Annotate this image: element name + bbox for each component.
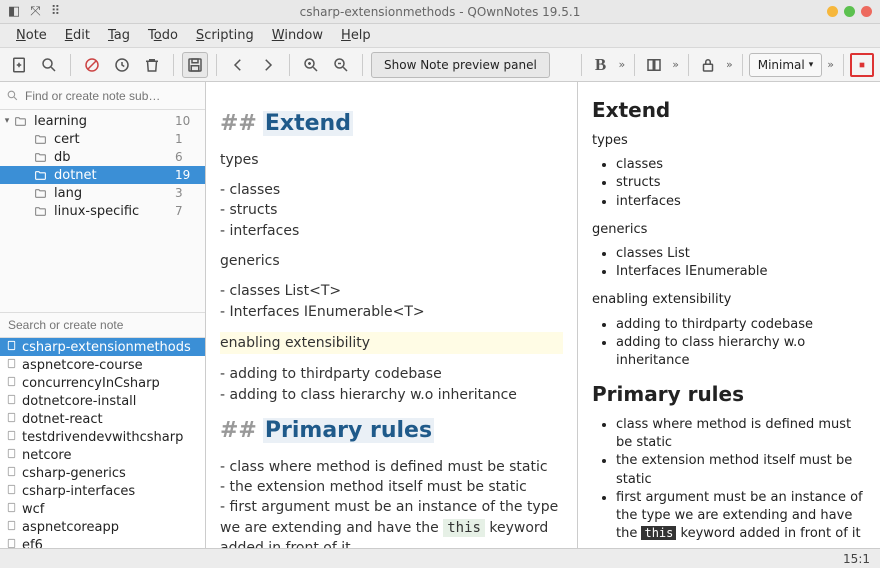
menu-window[interactable]: Window bbox=[264, 26, 331, 45]
more-workspace-icon[interactable]: » bbox=[824, 58, 837, 71]
folder-search[interactable] bbox=[0, 82, 205, 110]
note-item[interactable]: csharp-generics bbox=[0, 464, 205, 482]
new-note-icon[interactable] bbox=[6, 52, 32, 78]
close-button[interactable] bbox=[861, 6, 872, 17]
note-icon bbox=[6, 394, 18, 409]
folder-db[interactable]: db6 bbox=[0, 148, 205, 166]
note-item[interactable]: testdrivendevwithcsharp bbox=[0, 428, 205, 446]
menu-tag[interactable]: Tag bbox=[100, 26, 138, 45]
note-icon bbox=[6, 502, 18, 517]
workspace-dropdown[interactable]: Minimal▾ bbox=[749, 53, 823, 77]
minimize-button[interactable] bbox=[827, 6, 838, 17]
nav-forward-icon[interactable] bbox=[255, 52, 281, 78]
window-menu-icon[interactable]: ◧ bbox=[8, 4, 20, 19]
editor-pane[interactable]: ##Extend types - classes- structs- inter… bbox=[206, 82, 578, 548]
search-icon bbox=[6, 89, 19, 102]
folder-icon bbox=[34, 169, 50, 182]
note-icon bbox=[6, 376, 18, 391]
folder-lang[interactable]: lang3 bbox=[0, 184, 205, 202]
note-icon bbox=[6, 520, 18, 535]
note-search[interactable] bbox=[0, 312, 205, 338]
trash-icon[interactable] bbox=[139, 52, 165, 78]
folder-icon bbox=[14, 115, 30, 128]
folder-cert[interactable]: cert1 bbox=[0, 130, 205, 148]
folder-icon bbox=[34, 187, 50, 200]
statusbar: 15:1 bbox=[0, 548, 880, 568]
folder-tree: ▾learning10cert1db6dotnet19lang3linux-sp… bbox=[0, 110, 205, 222]
history-icon[interactable] bbox=[109, 52, 135, 78]
note-icon bbox=[6, 412, 18, 427]
folder-icon bbox=[34, 133, 50, 146]
lock-icon[interactable] bbox=[695, 52, 721, 78]
folder-search-input[interactable] bbox=[25, 89, 199, 103]
folder-icon bbox=[34, 151, 50, 164]
more-lock-icon[interactable]: » bbox=[723, 58, 736, 71]
bold-icon[interactable]: B bbox=[588, 52, 614, 78]
more-icon[interactable]: ⠿ bbox=[51, 4, 61, 19]
menu-scripting[interactable]: Scripting bbox=[188, 26, 262, 45]
window-title: csharp-extensionmethods - QOwnNotes 19.5… bbox=[0, 5, 880, 19]
note-icon bbox=[6, 340, 18, 355]
note-list: csharp-extensionmethodsaspnetcore-course… bbox=[0, 338, 205, 548]
note-item[interactable]: aspnetcore-course bbox=[0, 356, 205, 374]
note-item[interactable]: dotnet-react bbox=[0, 410, 205, 428]
menu-note[interactable]: Note bbox=[8, 26, 55, 45]
show-preview-button[interactable]: Show Note preview panel bbox=[371, 52, 550, 78]
note-icon bbox=[6, 358, 18, 373]
menu-help[interactable]: Help bbox=[333, 26, 379, 45]
note-item[interactable]: dotnetcore-install bbox=[0, 392, 205, 410]
folder-dotnet[interactable]: dotnet19 bbox=[0, 166, 205, 184]
more-panel-icon[interactable]: » bbox=[669, 58, 682, 71]
sidebar: ▾learning10cert1db6dotnet19lang3linux-sp… bbox=[0, 82, 206, 548]
nav-back-icon[interactable] bbox=[225, 52, 251, 78]
main-area: ▾learning10cert1db6dotnet19lang3linux-sp… bbox=[0, 82, 880, 548]
note-item[interactable]: concurrencyInCsharp bbox=[0, 374, 205, 392]
folder-learning[interactable]: ▾learning10 bbox=[0, 112, 205, 130]
zoom-in-icon[interactable] bbox=[298, 52, 324, 78]
search-icon[interactable] bbox=[36, 52, 62, 78]
preview-pane: Extend types classesstructsinterfaces ge… bbox=[578, 82, 880, 548]
note-item[interactable]: csharp-extensionmethods bbox=[0, 338, 205, 356]
cursor-position: 15:1 bbox=[843, 552, 870, 566]
note-icon bbox=[6, 430, 18, 445]
panel-toggle-icon[interactable] bbox=[641, 52, 667, 78]
titlebar: ◧ ⤧ ⠿ csharp-extensionmethods - QOwnNote… bbox=[0, 0, 880, 24]
note-icon bbox=[6, 538, 18, 549]
zoom-out-icon[interactable] bbox=[328, 52, 354, 78]
distraction-free-icon[interactable] bbox=[850, 53, 874, 77]
note-icon bbox=[6, 484, 18, 499]
note-search-input[interactable] bbox=[8, 318, 197, 332]
note-item[interactable]: aspnetcoreapp bbox=[0, 518, 205, 536]
note-icon bbox=[6, 448, 18, 463]
menu-todo[interactable]: Todo bbox=[140, 26, 186, 45]
pin-icon[interactable]: ⤧ bbox=[30, 4, 40, 19]
maximize-button[interactable] bbox=[844, 6, 855, 17]
preview-heading: Extend bbox=[592, 96, 866, 124]
menu-edit[interactable]: Edit bbox=[57, 26, 98, 45]
menubar: Note Edit Tag Todo Scripting Window Help bbox=[0, 24, 880, 48]
more-format-icon[interactable]: » bbox=[616, 58, 629, 71]
note-item[interactable]: wcf bbox=[0, 500, 205, 518]
save-icon[interactable] bbox=[182, 52, 208, 78]
folder-linux-specific[interactable]: linux-specific7 bbox=[0, 202, 205, 220]
note-item[interactable]: ef6 bbox=[0, 536, 205, 548]
toolbar: Show Note preview panel B » » » Minimal▾… bbox=[0, 48, 880, 82]
preview-heading: Primary rules bbox=[592, 380, 866, 408]
note-item[interactable]: csharp-interfaces bbox=[0, 482, 205, 500]
note-item[interactable]: netcore bbox=[0, 446, 205, 464]
note-icon bbox=[6, 466, 18, 481]
forbidden-icon[interactable] bbox=[79, 52, 105, 78]
folder-icon bbox=[34, 205, 50, 218]
